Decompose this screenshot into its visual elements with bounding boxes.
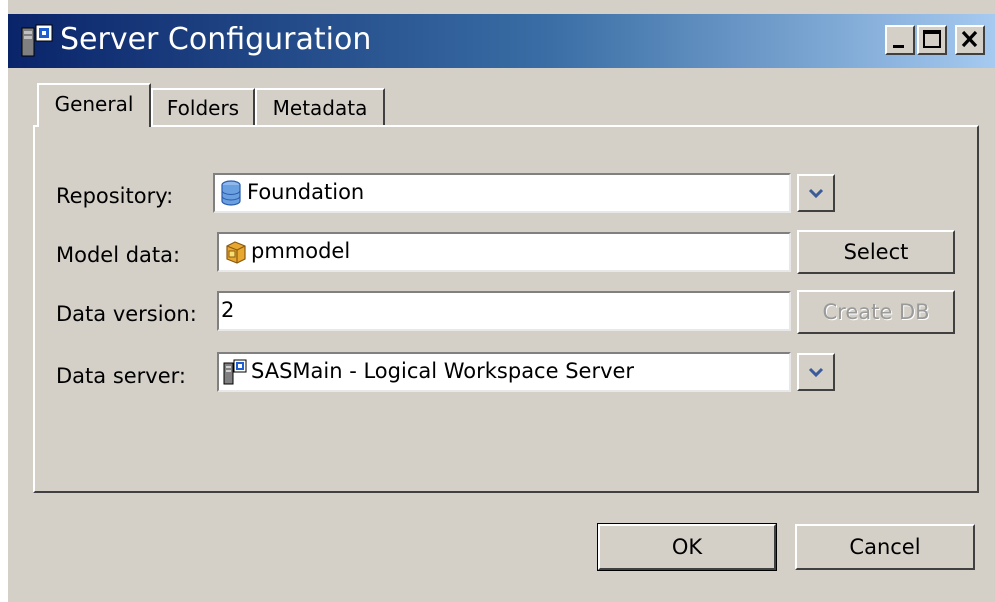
active-tab-join bbox=[39, 124, 149, 128]
ok-button-label: OK bbox=[671, 535, 703, 559]
data-version-field[interactable]: 2 bbox=[217, 291, 791, 331]
window-title: Server Configuration bbox=[60, 22, 372, 57]
tab-label: General bbox=[54, 92, 134, 116]
repository-label: Repository: bbox=[56, 184, 174, 208]
select-button-label: Select bbox=[843, 240, 909, 264]
maximize-icon bbox=[923, 30, 941, 48]
data-version-label: Data version: bbox=[56, 302, 197, 326]
close-button[interactable] bbox=[955, 25, 985, 55]
data-server-combo[interactable]: SASMain - Logical Workspace Server bbox=[217, 352, 791, 392]
server-config-icon bbox=[21, 24, 53, 57]
select-button[interactable]: Select bbox=[797, 230, 955, 274]
data-version-value: 2 bbox=[221, 298, 235, 322]
server-icon bbox=[223, 359, 247, 385]
cancel-button[interactable]: Cancel bbox=[795, 524, 975, 570]
minimize-button[interactable] bbox=[885, 25, 915, 55]
database-icon bbox=[221, 180, 241, 206]
model-data-value: pmmodel bbox=[251, 239, 351, 263]
tab-label: Metadata bbox=[272, 96, 368, 120]
ok-button[interactable]: OK bbox=[597, 523, 777, 571]
tab-folders[interactable]: Folders bbox=[151, 88, 255, 126]
close-icon bbox=[961, 30, 978, 48]
data-server-label: Data server: bbox=[56, 364, 186, 388]
data-server-dropdown-button[interactable] bbox=[797, 353, 835, 391]
model-data-label: Model data: bbox=[56, 243, 181, 267]
maximize-button[interactable] bbox=[917, 25, 947, 55]
repository-combo[interactable]: Foundation bbox=[213, 173, 791, 213]
tab-general[interactable]: General bbox=[37, 83, 151, 127]
create-db-button: Create DB bbox=[797, 290, 955, 334]
package-icon bbox=[226, 241, 246, 264]
tab-label: Folders bbox=[166, 96, 240, 120]
cancel-button-label: Cancel bbox=[849, 535, 921, 559]
model-data-field[interactable]: pmmodel bbox=[217, 232, 791, 272]
tab-metadata[interactable]: Metadata bbox=[255, 88, 385, 126]
chevron-down-icon bbox=[808, 188, 824, 199]
chevron-down-icon bbox=[808, 367, 824, 378]
repository-dropdown-button[interactable] bbox=[797, 174, 835, 212]
window-border bbox=[0, 0, 8, 602]
data-server-value: SASMain - Logical Workspace Server bbox=[251, 359, 635, 383]
minimize-icon bbox=[893, 45, 904, 48]
title-bar[interactable]: Server Configuration bbox=[8, 14, 995, 68]
create-db-button-label: Create DB bbox=[822, 300, 930, 324]
server-configuration-dialog: Server Configuration General Folders Met… bbox=[0, 0, 995, 602]
repository-value: Foundation bbox=[247, 180, 365, 204]
